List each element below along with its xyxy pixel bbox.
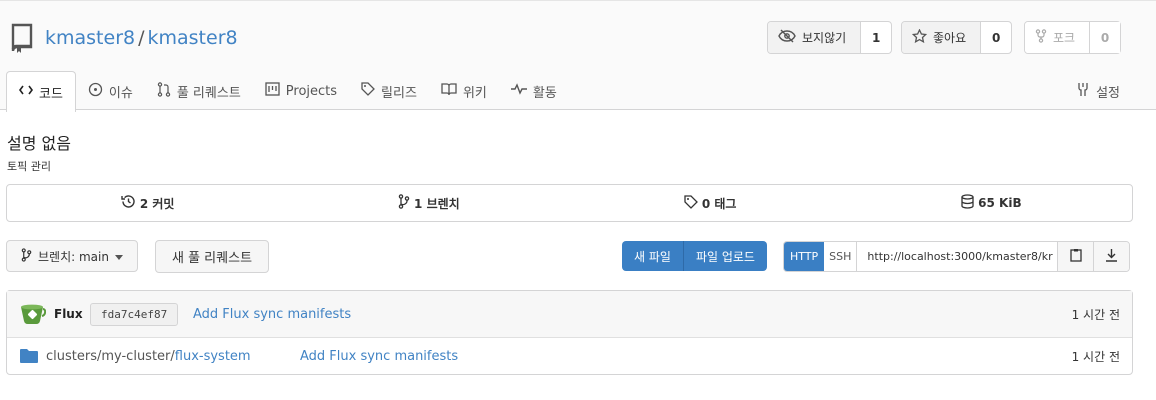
folder-icon bbox=[20, 349, 38, 367]
branch-icon bbox=[398, 194, 410, 212]
tab-activity-label: 활동 bbox=[532, 85, 557, 101]
history-icon bbox=[121, 194, 136, 212]
tools-icon bbox=[1076, 82, 1090, 101]
watch-count[interactable]: 1 bbox=[861, 22, 891, 53]
tab-activity[interactable]: 활동 bbox=[499, 71, 569, 111]
branches-count: 1 브렌치 bbox=[414, 196, 460, 211]
commit-time: 1 시간 전 bbox=[1071, 307, 1120, 322]
file-commit-message[interactable]: Add Flux sync manifests bbox=[300, 349, 458, 364]
repo-stats-bar: 2 커밋 1 브렌치 0 태그 65 KiB bbox=[6, 184, 1133, 222]
tab-projects[interactable]: Projects bbox=[253, 71, 349, 111]
repo-icon bbox=[9, 23, 35, 57]
fork-button-group: 포크 0 bbox=[1024, 21, 1122, 54]
issue-icon bbox=[88, 82, 103, 101]
tags-stat[interactable]: 0 태그 bbox=[570, 185, 851, 221]
pulse-icon bbox=[510, 83, 527, 99]
settings-label: 설정 bbox=[1096, 85, 1120, 101]
fork-label: 포크 bbox=[1053, 31, 1076, 45]
tab-projects-label: Projects bbox=[285, 83, 338, 99]
caret-down-icon bbox=[114, 249, 123, 263]
star-icon bbox=[911, 28, 928, 46]
tab-settings[interactable]: 설정 bbox=[1076, 71, 1120, 111]
commits-stat[interactable]: 2 커밋 bbox=[7, 185, 288, 221]
branch-dropdown-label: 브렌치: main bbox=[38, 249, 109, 264]
branch-icon bbox=[21, 247, 32, 265]
tab-releases-label: 릴리즈 bbox=[381, 85, 417, 101]
file-list: Flux fda7c4ef87 Add Flux sync manifests … bbox=[6, 290, 1133, 375]
clone-url-input[interactable]: http://localhost:3000/kmaster8/kr bbox=[857, 242, 1057, 271]
file-commit-time: 1 시간 전 bbox=[1071, 350, 1120, 364]
size-stat: 65 KiB bbox=[851, 185, 1132, 221]
star-button-group: 좋아요 0 bbox=[901, 21, 1013, 54]
download-icon bbox=[1105, 248, 1118, 266]
tab-wiki-label: 위키 bbox=[462, 85, 487, 101]
project-icon bbox=[265, 82, 280, 100]
fork-count[interactable]: 0 bbox=[1090, 22, 1121, 53]
upload-file-button[interactable]: 파일 업로드 bbox=[682, 241, 767, 271]
star-button[interactable]: 좋아요 bbox=[902, 22, 982, 53]
commits-count: 2 커밋 bbox=[139, 196, 175, 211]
clone-http-button[interactable]: HTTP bbox=[784, 242, 825, 271]
repo-name-link[interactable]: kmaster8 bbox=[148, 27, 238, 49]
branch-dropdown[interactable]: 브렌치: main bbox=[6, 240, 138, 272]
watch-label: 보지않기 bbox=[802, 31, 847, 45]
pull-request-icon bbox=[157, 81, 171, 101]
clipboard-icon bbox=[1070, 248, 1082, 266]
watch-button-group: 보지않기 1 bbox=[767, 21, 893, 54]
fork-button[interactable]: 포크 bbox=[1025, 22, 1091, 53]
new-file-button[interactable]: 새 파일 bbox=[622, 241, 683, 271]
tab-pull-requests[interactable]: 풀 리퀘스트 bbox=[145, 71, 253, 111]
repo-header: kmaster8/kmaster8 보지않기 1 좋아요 0 포크 0 코드 이… bbox=[0, 0, 1156, 112]
table-row[interactable]: clusters/my-cluster/flux-system Add Flux… bbox=[7, 338, 1132, 375]
commit-sha[interactable]: fda7c4ef87 bbox=[90, 302, 179, 326]
file-path[interactable]: clusters/my-cluster/flux-system bbox=[46, 349, 251, 364]
latest-commit-row: Flux fda7c4ef87 Add Flux sync manifests … bbox=[7, 291, 1132, 338]
code-icon bbox=[19, 84, 33, 100]
file-path-name: flux-system bbox=[174, 349, 251, 364]
manage-topics-link[interactable]: 토픽 관리 bbox=[7, 158, 51, 174]
watch-button[interactable]: 보지않기 bbox=[768, 22, 862, 53]
star-count[interactable]: 0 bbox=[981, 22, 1011, 53]
repo-tabs: 코드 이슈 풀 리퀘스트 Projects 릴리즈 위키 활동 bbox=[6, 71, 569, 112]
tab-pull-requests-label: 풀 리퀘스트 bbox=[176, 85, 241, 101]
tags-count: 0 태그 bbox=[701, 196, 737, 211]
new-pull-request-button[interactable]: 새 풀 리퀘스트 bbox=[155, 240, 270, 273]
tag-icon bbox=[361, 82, 375, 100]
download-button[interactable] bbox=[1093, 242, 1130, 271]
repo-size: 65 KiB bbox=[978, 196, 1022, 210]
file-path-prefix: clusters/my-cluster/ bbox=[46, 349, 175, 364]
book-icon bbox=[441, 82, 457, 100]
tag-icon bbox=[684, 194, 698, 212]
branches-stat[interactable]: 1 브렌치 bbox=[288, 185, 569, 221]
clone-panel: HTTP SSH http://localhost:3000/kmaster8/… bbox=[783, 241, 1131, 272]
tab-issues[interactable]: 이슈 bbox=[76, 71, 145, 111]
tab-releases[interactable]: 릴리즈 bbox=[349, 71, 429, 111]
star-label: 좋아요 bbox=[933, 31, 967, 45]
commit-author[interactable]: Flux bbox=[54, 307, 83, 321]
eye-slash-icon bbox=[778, 29, 796, 46]
commit-message[interactable]: Add Flux sync manifests bbox=[193, 307, 351, 322]
repo-separator: / bbox=[138, 27, 145, 49]
clone-ssh-button[interactable]: SSH bbox=[824, 242, 858, 271]
tab-code[interactable]: 코드 bbox=[6, 71, 76, 112]
repo-owner-link[interactable]: kmaster8 bbox=[45, 27, 135, 49]
file-actions-group: 새 파일 파일 업로드 bbox=[622, 241, 767, 271]
tab-issues-label: 이슈 bbox=[108, 85, 133, 101]
repo-description: 설명 없음 bbox=[7, 134, 71, 153]
avatar bbox=[18, 303, 47, 329]
tab-code-label: 코드 bbox=[39, 86, 63, 102]
tab-wiki[interactable]: 위키 bbox=[429, 71, 499, 111]
repo-title: kmaster8/kmaster8 bbox=[45, 27, 238, 49]
copy-url-button[interactable] bbox=[1057, 242, 1094, 271]
fork-icon bbox=[1035, 29, 1047, 46]
database-icon bbox=[961, 194, 974, 212]
